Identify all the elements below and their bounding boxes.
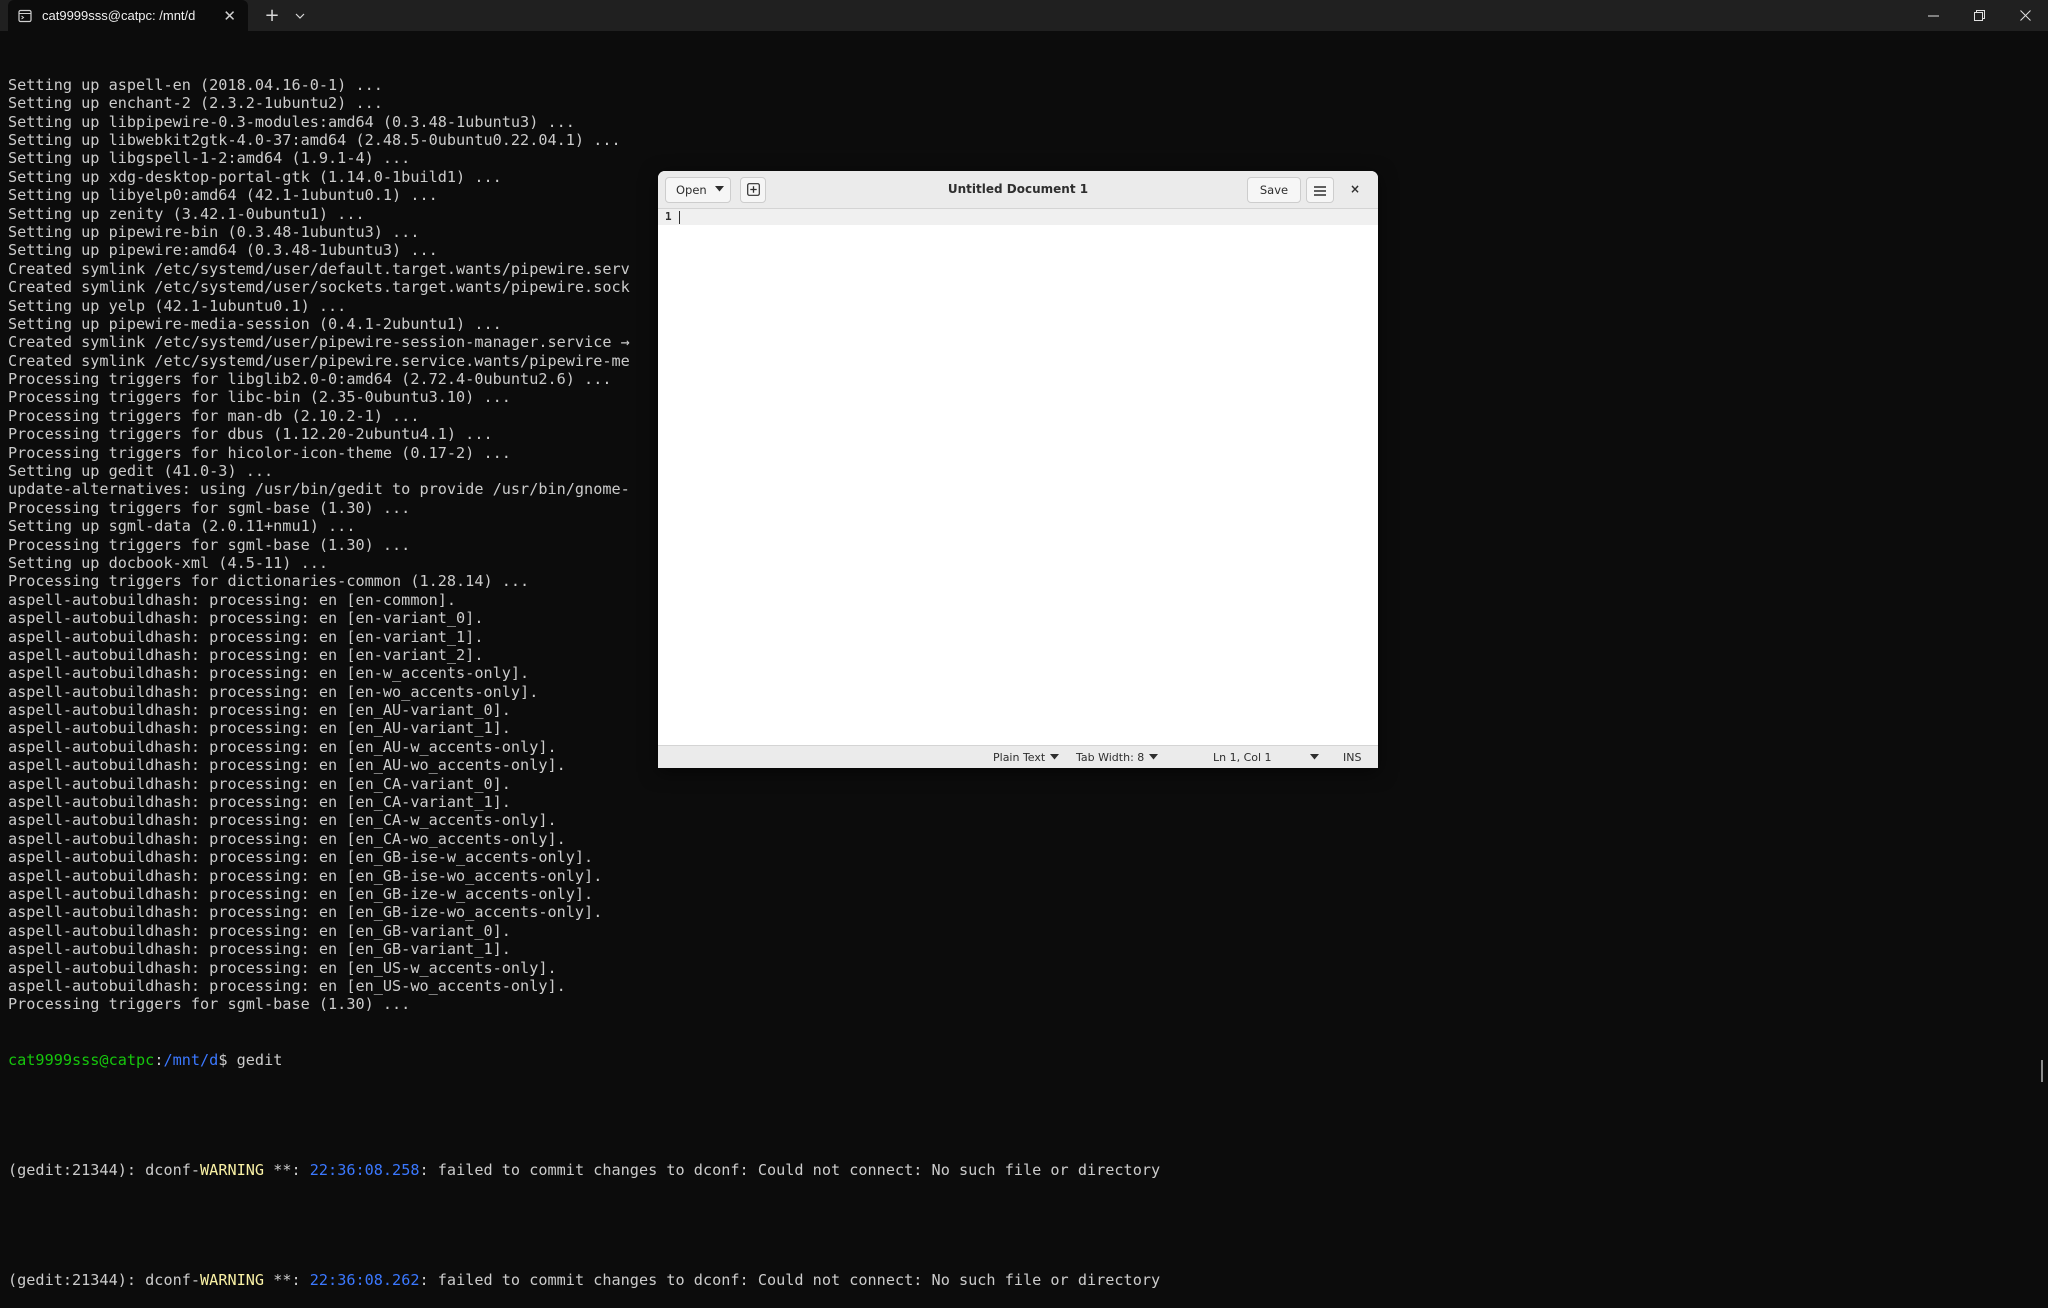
gedit-window: Open Untitled Document 1 Save × 1 Plain … — [658, 171, 1378, 768]
tab-width-label: Tab Width: 8 — [1076, 751, 1145, 764]
tab-dropdown-chevron-icon[interactable] — [288, 0, 312, 31]
gedit-statusbar: Plain Text Tab Width: 8 Ln 1, Col 1 INS — [658, 745, 1378, 768]
close-window-button[interactable] — [2002, 0, 2048, 31]
chevron-down-icon — [1050, 753, 1060, 763]
warning-time: 22:36:08.262 — [309, 1271, 420, 1290]
terminal-line: aspell-autobuildhash: processing: en [en… — [8, 885, 594, 903]
tab-title: cat9999sss@catpc: /mnt/d — [42, 8, 196, 23]
terminal-line: aspell-autobuildhash: processing: en [en… — [8, 793, 511, 812]
prompt-command: gedit — [236, 1050, 283, 1069]
terminal-line: Setting up libgspell-1-2:amd64 (1.9.1-4)… — [8, 149, 411, 168]
window-controls — [1910, 0, 2048, 31]
terminal-line: aspell-autobuildhash: processing: en [en… — [8, 811, 557, 830]
current-line-highlight — [658, 209, 1378, 225]
dconf-warning-line: (gedit:21344): dconf-WARNING **: 22:36:0… — [8, 1160, 1161, 1179]
gedit-headerbar: Open Untitled Document 1 Save × — [658, 171, 1378, 209]
terminal-line: aspell-autobuildhash: processing: en [en… — [8, 774, 511, 793]
new-tab-button[interactable]: + — [260, 0, 284, 31]
line-number: 1 — [665, 210, 672, 223]
dconf-warning-line: (gedit:21344): dconf-WARNING **: 22:36:0… — [8, 1271, 1161, 1290]
tab-close-icon[interactable]: ✕ — [223, 7, 236, 25]
terminal-line: Setting up enchant-2 (2.3.2-1ubuntu2) ..… — [8, 94, 383, 113]
terminal-line: aspell-autobuildhash: processing: en [en… — [8, 829, 566, 848]
warning-time: 22:36:08.258 — [309, 1160, 420, 1179]
prompt-path: /mnt/d — [163, 1050, 219, 1069]
close-icon[interactable]: × — [1346, 180, 1364, 198]
terminal-tab-bar: cat9999sss@catpc: /mnt/d ✕ + — [0, 0, 2048, 31]
terminal-line: Processing triggers for sgml-base (1.30)… — [8, 995, 411, 1014]
save-button[interactable]: Save — [1247, 177, 1301, 203]
cursor-position-selector[interactable]: Ln 1, Col 1 — [1213, 751, 1319, 764]
terminal-line: Setting up libpipewire-0.3-modules:amd64… — [8, 112, 575, 131]
new-document-button[interactable] — [740, 177, 766, 203]
hamburger-icon — [1314, 181, 1326, 200]
terminal-line: Setting up aspell-en (2018.04.16-0-1) ..… — [8, 75, 383, 94]
warning-message: : failed to commit changes to dconf: Cou… — [419, 1160, 1161, 1179]
terminal-line: aspell-autobuildhash: processing: en [en… — [8, 848, 594, 867]
chevron-down-icon — [1149, 753, 1159, 763]
terminal-tab[interactable]: cat9999sss@catpc: /mnt/d ✕ — [8, 0, 248, 31]
new-tab-icon — [746, 181, 760, 200]
cursor-position-label: Ln 1, Col 1 — [1213, 751, 1272, 764]
terminal-line: aspell-autobuildhash: processing: en [en… — [8, 940, 511, 959]
insert-mode-label: INS — [1343, 751, 1362, 764]
warning-level: WARNING — [200, 1160, 265, 1179]
chevron-down-icon — [714, 185, 724, 195]
open-button[interactable]: Open — [665, 177, 731, 203]
text-editor-area[interactable]: 1 — [658, 209, 1378, 745]
insert-mode-indicator: INS — [1343, 751, 1361, 764]
terminal-icon — [17, 8, 32, 23]
language-selector[interactable]: Plain Text — [993, 751, 1060, 764]
terminal-line: Setting up libwebkit2gtk-4.0-37:amd64 (2… — [8, 130, 621, 149]
shell-prompt-line: cat9999sss@catpc:/mnt/d$ gedit — [8, 1051, 2028, 1069]
line-number-gutter — [658, 209, 676, 745]
chevron-down-icon — [1309, 753, 1319, 763]
hamburger-menu-button[interactable] — [1306, 177, 1334, 203]
terminal-scrollbar[interactable] — [2041, 1060, 2043, 1082]
language-label: Plain Text — [993, 751, 1046, 764]
terminal-line: aspell-autobuildhash: processing: en [en… — [8, 921, 511, 940]
text-cursor — [679, 211, 680, 224]
warning-message: : failed to commit changes to dconf: Cou… — [419, 1271, 1161, 1290]
prompt-user: cat9999sss@catpc — [8, 1050, 155, 1069]
terminal-line: aspell-autobuildhash: processing: en [en… — [8, 903, 603, 922]
tab-width-selector[interactable]: Tab Width: 8 — [1076, 751, 1159, 764]
minimize-button[interactable] — [1910, 0, 1956, 31]
terminal-line: aspell-autobuildhash: processing: en [en… — [8, 866, 603, 885]
warning-level: WARNING — [200, 1271, 265, 1290]
terminal-line: aspell-autobuildhash: processing: en [en… — [8, 958, 557, 977]
restore-button[interactable] — [1956, 0, 2002, 31]
terminal-line: aspell-autobuildhash: processing: en [en… — [8, 976, 566, 995]
prompt-symbol: $ — [218, 1050, 237, 1069]
open-button-label: Open — [676, 183, 707, 197]
